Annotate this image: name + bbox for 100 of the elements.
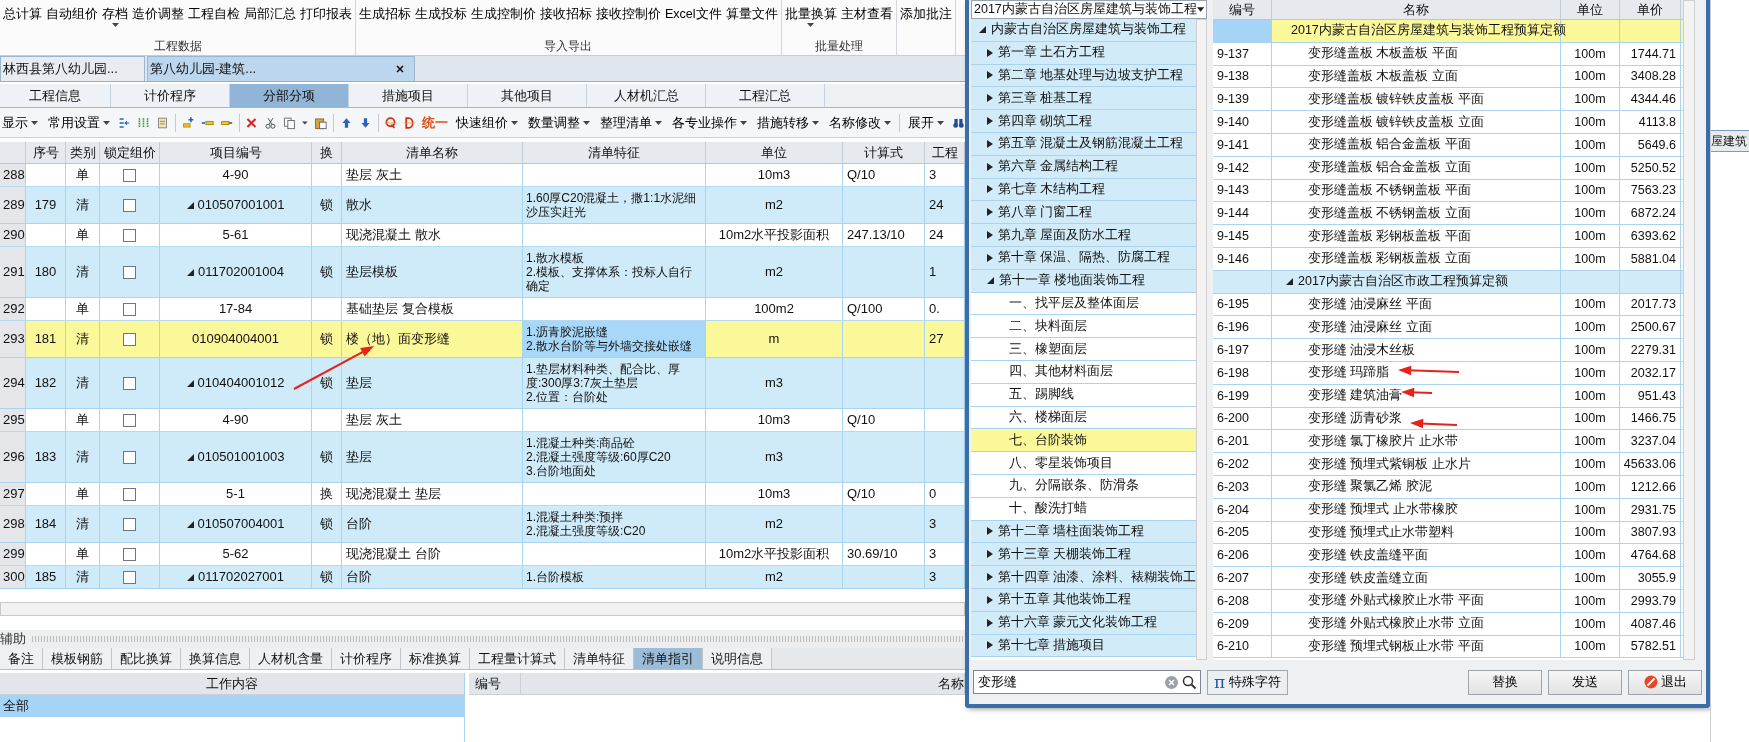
tree-item[interactable]: 第五章 混凝土及钢筋混凝土工程 [971,133,1197,156]
table-row[interactable]: 290 单 5-61 现浇混凝土 散水 10m2水平投影面积 247.13/10 24 [0,224,965,247]
quota-row[interactable]: 9-138 变形缝盖板 木板盖板 立面 100m 3408.28 [1213,65,1683,89]
quota-row[interactable]: 6-203 变形缝 聚氯乙烯 胶泥 100m 1212.66 [1213,475,1683,499]
ribbon-button[interactable]: 批量换算 [782,6,839,27]
collapsed-triangle-icon[interactable] [987,641,993,650]
library-dropdown[interactable]: 2017内蒙古自治区房屋建筑与装饰工程 [971,0,1207,19]
toolbar-menu[interactable]: 常用设置 [46,113,112,132]
tree-item[interactable]: 第十三章 天棚装饰工程 [971,543,1197,567]
vertical-scrollbar[interactable] [1196,19,1207,660]
tree-item[interactable]: 第八章 门窗工程 [971,201,1197,225]
horizontal-scrollbar[interactable] [0,602,965,616]
collapsed-triangle-icon[interactable] [987,48,993,57]
collapsed-triangle-icon[interactable] [987,208,993,217]
tree-item[interactable]: 第二章 地基处理与边坡支护工程 [971,64,1197,88]
close-icon[interactable] [396,65,404,73]
expanded-triangle-icon[interactable] [1286,278,1293,286]
ribbon-button[interactable]: 接收控制价 [594,6,663,23]
checkbox[interactable] [123,228,136,242]
panel-tab[interactable]: 备注 [0,648,43,669]
group-row[interactable]: 2017内蒙古自治区房屋建筑与装饰工程预算定额 [1213,20,1683,43]
quota-row[interactable]: 9-145 变形缝盖板 彩钢板盖板 平面 100m 6393.62 [1213,225,1683,248]
tree-item[interactable]: 第六章 金属结构工程 [971,155,1197,179]
panel-tab[interactable]: 计价程序 [332,648,401,669]
vertical-scrollbar[interactable] [1683,0,1695,660]
quota-row[interactable]: 6-195 变形缝 油浸麻丝 平面 100m 2017.73 [1213,293,1683,317]
quota-row[interactable]: 9-146 变形缝盖板 彩钢板盖板 立面 100m 5881.04 [1213,247,1683,271]
expanded-triangle-icon[interactable] [187,573,195,581]
quota-row[interactable]: 6-199 变形缝 建筑油膏 100m 951.43 [1213,384,1683,408]
toolbar-menu[interactable]: 整理清单 [598,113,665,132]
table-row[interactable]: 288 单 4-90 垫层 灰土 10m3 Q/10 3 [0,164,965,187]
ribbon-button[interactable]: 接收招标 [538,6,594,23]
ribbon-button[interactable]: 算量文件 [723,6,780,23]
ribbon-button[interactable]: Excel文件 [663,6,724,23]
quota-row[interactable]: 6-200 变形缝 沥青砂浆 100m 1466.75 [1213,407,1683,431]
checkbox[interactable] [123,302,136,316]
quota-row[interactable]: 6-204 变形缝 预埋式 止水带橡胶 100m 2931.75 [1213,498,1683,522]
panel-tab[interactable]: 标准换算 [401,648,470,669]
quota-row[interactable]: 6-206 变形缝 铁皮盖缝平面 100m 4764.68 [1213,544,1683,568]
quota-row[interactable]: 6-196 变形缝 油浸麻丝 立面 100m 2500.67 [1213,316,1683,340]
tree-item[interactable]: 第四章 砌筑工程 [971,110,1197,133]
panel-tab[interactable]: 配比换算 [112,648,181,669]
checkbox[interactable] [123,413,136,427]
tree-item[interactable]: 第十二章 墙柱面装饰工程 [971,520,1197,544]
document-tab[interactable]: 第八幼儿园-建筑... [147,56,415,81]
tree-item[interactable]: 第七章 木结构工程 [971,178,1197,202]
list-item[interactable]: 全部 [0,695,464,717]
collapsed-triangle-icon[interactable] [987,117,993,126]
panel-tab[interactable]: 说明信息 [703,648,772,669]
ring-icon[interactable] [384,114,398,131]
tree-item[interactable]: 三、橡塑面层 [971,338,1197,361]
quota-row[interactable]: 9-141 变形缝盖板 铝合金盖板 平面 100m 5649.6 [1213,134,1683,157]
table-row[interactable]: 294 182 清 010404001012 锁 垫层 1.垫层材料种类、配合比、厚度:300厚3:7灰土垫层 2.位置：台阶处 m3 [0,358,965,409]
ribbon-button[interactable]: 生成投标 [413,6,469,23]
panel-tab[interactable]: 人材机含量 [250,648,332,669]
collapsed-triangle-icon[interactable] [987,185,993,194]
expanded-triangle-icon[interactable] [979,26,986,34]
tree-item[interactable]: 第三章 桩基工程 [971,87,1197,111]
collapsed-triangle-icon[interactable] [987,253,993,262]
toolbar-menu[interactable]: 展开 [906,113,947,132]
checkbox[interactable] [123,332,136,346]
ribbon-button[interactable]: 添加批注 [897,6,954,23]
toolbar-menu[interactable]: 显示 [0,113,40,132]
panel-tab[interactable]: 清单特征 [565,648,634,669]
quota-row[interactable]: 6-197 变形缝 油浸木丝板 100m 2279.31 [1213,339,1683,362]
ribbon-button[interactable]: 总计算 [1,6,44,23]
tree-item[interactable]: 第十六章 蒙元文化装饰工程 [971,611,1197,635]
toolbar-menu[interactable]: 数量调整 [526,113,593,132]
checkbox[interactable] [123,450,136,464]
table-row[interactable]: 293 181 清 010904004001 锁 楼（地）面变形缝 1.沥青胶泥嵌缝 2.散水台阶等与外墙交接处嵌缝 m 27 [0,321,965,358]
expanded-triangle-icon[interactable] [987,277,994,285]
table-row[interactable]: 297 单 5-1 换 现浇混凝土 垫层 10m3 Q/10 0 [0,483,965,506]
quota-row[interactable]: 6-202 变形缝 预埋式紫铜板 止水片 100m 45633.06 [1213,453,1683,476]
expanded-triangle-icon[interactable] [186,201,194,209]
checkbox[interactable] [123,547,136,561]
panel-tab[interactable]: 清单指引 [634,648,703,669]
checkbox[interactable] [123,198,136,212]
panel-tab[interactable]: 模板钢筋 [43,648,112,669]
table-row[interactable]: 292 单 17-84 基础垫层 复合模板 100m2 Q/100 0. [0,298,965,321]
table-row[interactable]: 295 单 4-90 垫层 灰土 10m3 Q/10 [0,409,965,432]
collapsed-triangle-icon[interactable] [987,550,993,559]
clear-icon[interactable] [1165,676,1178,689]
copy-icon[interactable] [283,114,297,131]
ribbon-button[interactable]: 局部汇总 [242,6,298,23]
quota-row[interactable]: 9-140 变形缝盖板 镀锌铁皮盖板 立面 100m 4113.8 [1213,111,1683,134]
expanded-triangle-icon[interactable] [186,453,194,461]
collapsed-triangle-icon[interactable] [987,71,993,80]
tree-item[interactable]: 第九章 屋面及防水工程 [971,224,1197,247]
ribbon-button[interactable]: 自动组价 [44,6,100,23]
table-row[interactable]: 300 185 清 011702027001 锁 台阶 1.台阶模板 m2 3 [0,566,965,589]
tree-item[interactable]: 第十一章 楼地面装饰工程 [971,269,1197,293]
collapsed-triangle-icon[interactable] [987,231,993,240]
quota-row[interactable]: 9-139 变形缝盖板 镀锌铁皮盖板 平面 100m 4344.46 [1213,88,1683,112]
strike-icon[interactable] [403,114,417,131]
quota-row[interactable]: 9-142 变形缝盖板 铝合金盖板 立面 100m 5250.52 [1213,156,1683,180]
ribbon-button[interactable]: 主材查看 [838,6,895,23]
tree-item[interactable]: 第十四章 油漆、涂料、裱糊装饰工 [971,566,1197,589]
expanded-triangle-icon[interactable] [187,268,195,276]
dialog-button[interactable]: 退出 [1628,669,1702,695]
document-icon[interactable] [155,114,169,131]
